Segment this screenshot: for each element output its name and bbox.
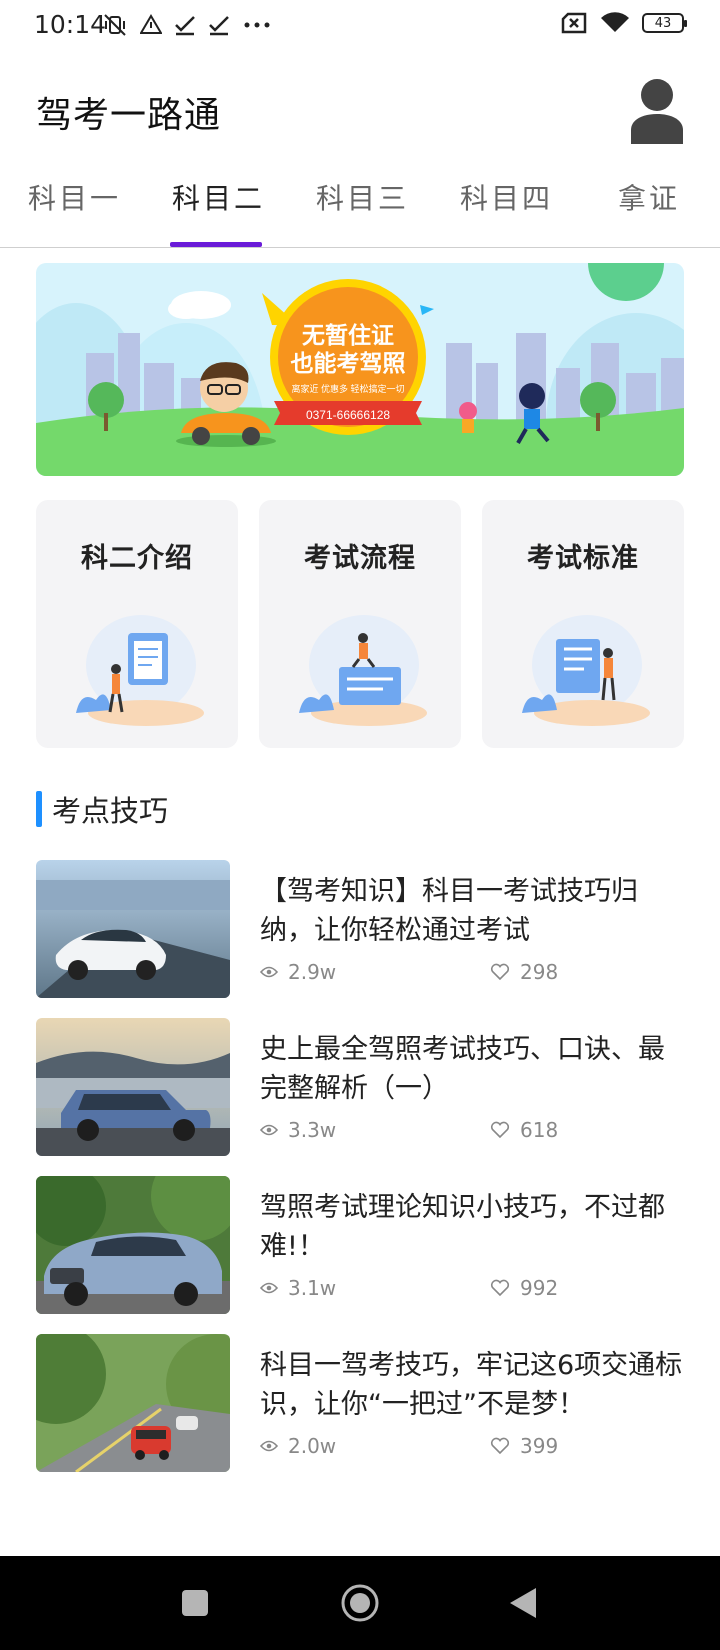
heart-icon xyxy=(490,1121,510,1139)
app-title: 驾考一路通 xyxy=(36,95,222,136)
banner-headline-1: 无暂住证 xyxy=(302,322,394,348)
system-icons: 43 xyxy=(560,12,687,34)
status-time: 10:14 xyxy=(34,10,107,39)
card-title: 考试标准 xyxy=(527,543,639,574)
process-illustration-icon xyxy=(299,615,427,726)
eye-icon xyxy=(260,1440,278,1452)
article-item[interactable]: 驾照考试理论知识小技巧，不过都难!！ 3.1w 992 xyxy=(36,1176,684,1316)
article-stats: 2.0w 399 xyxy=(260,1434,684,1464)
article-title: 【驾考知识】科目一考试技巧归纳，让你轻松通过考试 xyxy=(260,876,638,946)
views-count: 2.0w xyxy=(288,1434,337,1458)
mute-vibrate-icon xyxy=(104,14,126,36)
views-stat: 2.0w xyxy=(260,1434,336,1458)
article-item[interactable]: 【驾考知识】科目一考试技巧归纳，让你轻松通过考试 2.9w 298 xyxy=(36,860,684,1000)
subject-tabs: 科目一 科目二 科目三 科目四 拿证 xyxy=(0,165,720,248)
likes-stat[interactable]: 618 xyxy=(490,1118,558,1142)
eye-icon xyxy=(260,1124,278,1136)
more-dots-icon xyxy=(244,22,270,28)
home-button-icon[interactable] xyxy=(340,1583,380,1623)
article-title: 史上最全驾照考试技巧、口诀、最完整解析（一） xyxy=(260,1034,665,1104)
active-tab-indicator xyxy=(170,242,262,247)
article-item[interactable]: 史上最全驾照考试技巧、口诀、最完整解析（一） 3.3w 618 xyxy=(36,1018,684,1158)
clipboard-illustration-icon xyxy=(76,615,204,726)
check-icon xyxy=(209,16,229,36)
battery-level: 43 xyxy=(654,15,672,31)
battery-icon: 43 xyxy=(642,13,687,33)
tab-subject-2[interactable]: 科目二 xyxy=(172,177,265,217)
tab-subject-3[interactable]: 科目三 xyxy=(316,177,409,217)
likes-count: 992 xyxy=(520,1276,559,1300)
card-title: 科二介绍 xyxy=(81,543,193,574)
avatar-icon[interactable] xyxy=(630,78,684,144)
warning-icon xyxy=(140,14,162,34)
section-header: 考点技巧 xyxy=(36,790,168,828)
likes-stat[interactable]: 399 xyxy=(490,1434,558,1458)
views-count: 3.3w xyxy=(288,1118,337,1142)
standard-illustration-icon xyxy=(522,615,650,726)
app-bar: 驾考一路通 xyxy=(0,60,720,160)
card-title: 考试流程 xyxy=(304,543,416,574)
heart-icon xyxy=(490,1437,510,1455)
system-nav-bar xyxy=(0,1556,720,1650)
views-stat: 2.9w xyxy=(260,960,336,984)
card-exam-process[interactable]: 考试流程 xyxy=(259,500,461,748)
article-stats: 3.3w 618 xyxy=(260,1118,684,1148)
check-icon xyxy=(175,16,195,36)
wifi-icon xyxy=(601,12,629,32)
heart-icon xyxy=(490,1279,510,1297)
section-accent-bar xyxy=(36,791,42,827)
heart-icon xyxy=(490,963,510,981)
article-thumbnail xyxy=(36,1176,230,1314)
banner-headline-2: 也能考驾照 xyxy=(291,350,406,376)
eye-icon xyxy=(260,1282,278,1294)
views-stat: 3.3w xyxy=(260,1118,336,1142)
recents-button-icon[interactable] xyxy=(181,1589,209,1617)
article-title: 科目一驾考技巧，牢记这6项交通标识，让你“一把过”不是梦！ xyxy=(260,1350,683,1420)
notification-icons xyxy=(102,12,272,38)
section-title: 考点技巧 xyxy=(52,794,169,828)
article-stats: 2.9w 298 xyxy=(260,960,684,990)
banner-tagline: 离家近 优惠多 轻松搞定一切 xyxy=(291,383,404,394)
article-thumbnail xyxy=(36,1334,230,1472)
tab-subject-1[interactable]: 科目一 xyxy=(28,177,121,217)
banner-illustration: 无暂住证 也能考驾照 离家近 优惠多 轻松搞定一切 0371-66666128 xyxy=(36,263,684,476)
no-sim-icon xyxy=(561,12,587,34)
likes-count: 618 xyxy=(520,1118,559,1142)
article-thumbnail xyxy=(36,1018,230,1156)
eye-icon xyxy=(260,966,278,978)
likes-count: 298 xyxy=(520,960,559,984)
article-stats: 3.1w 992 xyxy=(260,1276,684,1306)
back-button-icon[interactable] xyxy=(508,1586,538,1620)
status-bar: 10:14 43 xyxy=(0,0,720,54)
article-thumbnail xyxy=(36,860,230,998)
likes-stat[interactable]: 298 xyxy=(490,960,558,984)
views-count: 2.9w xyxy=(288,960,337,984)
promo-banner[interactable]: 无暂住证 也能考驾照 离家近 优惠多 轻松搞定一切 0371-66666128 xyxy=(36,263,684,476)
likes-count: 399 xyxy=(520,1434,559,1458)
views-count: 3.1w xyxy=(288,1276,337,1300)
card-exam-standard[interactable]: 考试标准 xyxy=(482,500,684,748)
tab-get-license[interactable]: 拿证 xyxy=(618,177,680,217)
article-title: 驾照考试理论知识小技巧，不过都难!！ xyxy=(260,1192,665,1262)
article-item[interactable]: 科目一驾考技巧，牢记这6项交通标识，让你“一把过”不是梦！ 2.0w 399 xyxy=(36,1334,684,1474)
banner-phone: 0371-66666128 xyxy=(306,408,390,422)
views-stat: 3.1w xyxy=(260,1276,336,1300)
tab-subject-4[interactable]: 科目四 xyxy=(460,177,553,217)
card-subject2-intro[interactable]: 科二介绍 xyxy=(36,500,238,748)
likes-stat[interactable]: 992 xyxy=(490,1276,558,1300)
